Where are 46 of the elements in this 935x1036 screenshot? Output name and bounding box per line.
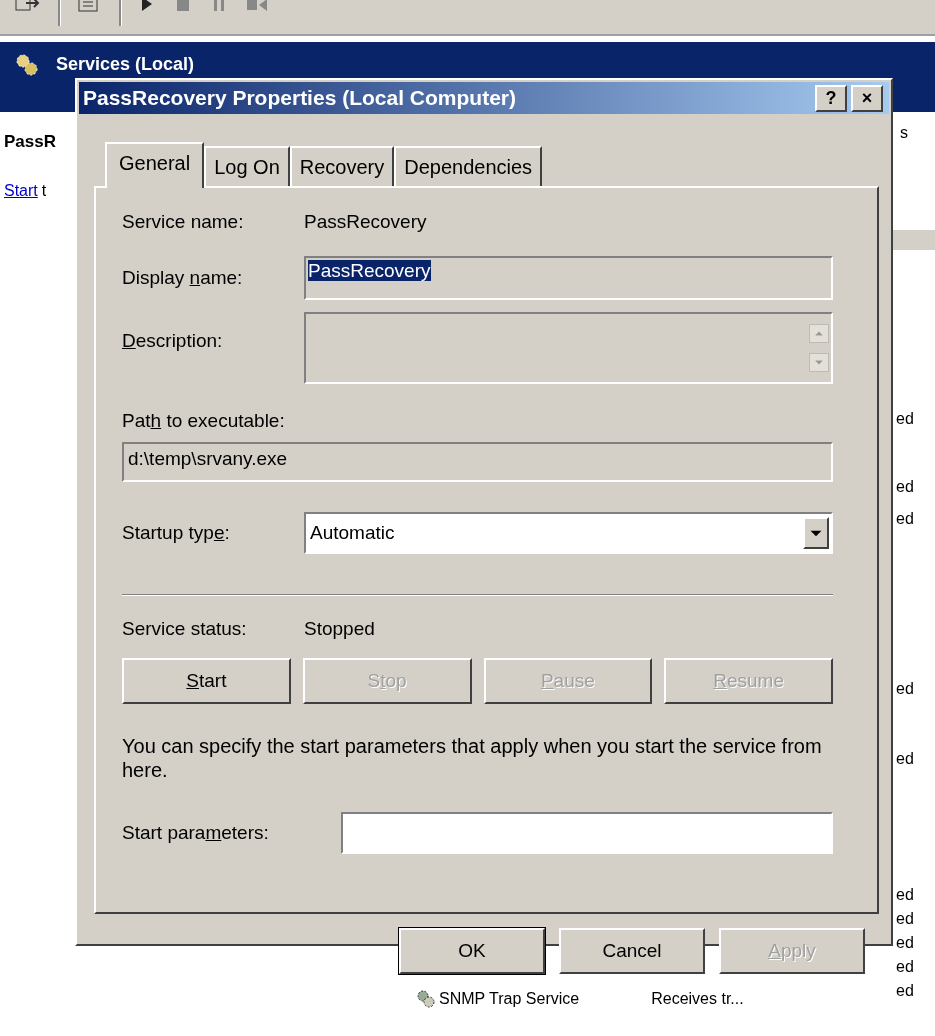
service-name-value: PassRecovery bbox=[304, 211, 427, 233]
tab[interactable]: Dependencies bbox=[394, 146, 543, 186]
startup-type-dropdown[interactable]: Automatic bbox=[304, 512, 833, 554]
status-cell: ed bbox=[896, 410, 914, 428]
close-button[interactable]: × bbox=[851, 84, 883, 112]
column-header[interactable]: s bbox=[900, 124, 908, 142]
dialog-button[interactable]: OK bbox=[399, 928, 545, 974]
tab[interactable]: General bbox=[105, 142, 205, 188]
status-cell: ed bbox=[896, 750, 914, 768]
status-cell: ed bbox=[896, 934, 914, 952]
display-name-field[interactable]: PassRecovery bbox=[304, 256, 833, 300]
status-cell: ed bbox=[896, 910, 914, 928]
status-cell: ed bbox=[896, 958, 914, 976]
field-label: Start parameters: bbox=[122, 822, 270, 844]
field-label: Description: bbox=[122, 330, 224, 352]
field-label: Startup type: bbox=[122, 522, 231, 544]
description-field[interactable] bbox=[304, 312, 833, 384]
dialog-button[interactable]: Cancel bbox=[559, 928, 705, 974]
field-label: Service status: bbox=[122, 618, 248, 640]
path-field[interactable]: d:\temp\srvany.exe bbox=[122, 442, 833, 482]
scroll-up-icon[interactable] bbox=[809, 324, 829, 343]
service-status-value: Stopped bbox=[304, 618, 375, 640]
start-link[interactable]: Start bbox=[4, 182, 38, 200]
description-cell: Receives tr... bbox=[651, 990, 744, 1008]
tab[interactable]: Recovery bbox=[289, 146, 395, 186]
status-cell: ed bbox=[896, 886, 914, 904]
service-name-cell: SNMP Trap Service bbox=[439, 990, 580, 1008]
status-cell: ed bbox=[896, 478, 914, 496]
service-heading: PassR bbox=[4, 132, 56, 152]
service-control-button[interactable]: Start bbox=[122, 658, 291, 704]
field-label: Path to executable: bbox=[122, 410, 286, 432]
scroll-down-icon[interactable] bbox=[809, 353, 829, 372]
start-parameters-field[interactable] bbox=[341, 812, 833, 854]
hint-text: You can specify the start parameters that apply when you start the service from here. bbox=[122, 734, 823, 782]
field-label: Service name: bbox=[122, 211, 245, 233]
header-title: Services (Local) bbox=[56, 54, 195, 75]
dialog-title: PassRecovery Properties (Local Computer) bbox=[83, 86, 516, 110]
help-button[interactable]: ? bbox=[815, 84, 847, 112]
gears-icon bbox=[415, 988, 437, 1010]
tab[interactable]: Log On bbox=[204, 146, 290, 186]
status-cell: ed bbox=[896, 982, 914, 1000]
gears-icon bbox=[14, 52, 40, 78]
status-cell: ed bbox=[896, 680, 914, 698]
link-text: t bbox=[41, 182, 47, 200]
field-label: Display name: bbox=[122, 267, 244, 289]
status-cell: ed bbox=[896, 510, 914, 528]
